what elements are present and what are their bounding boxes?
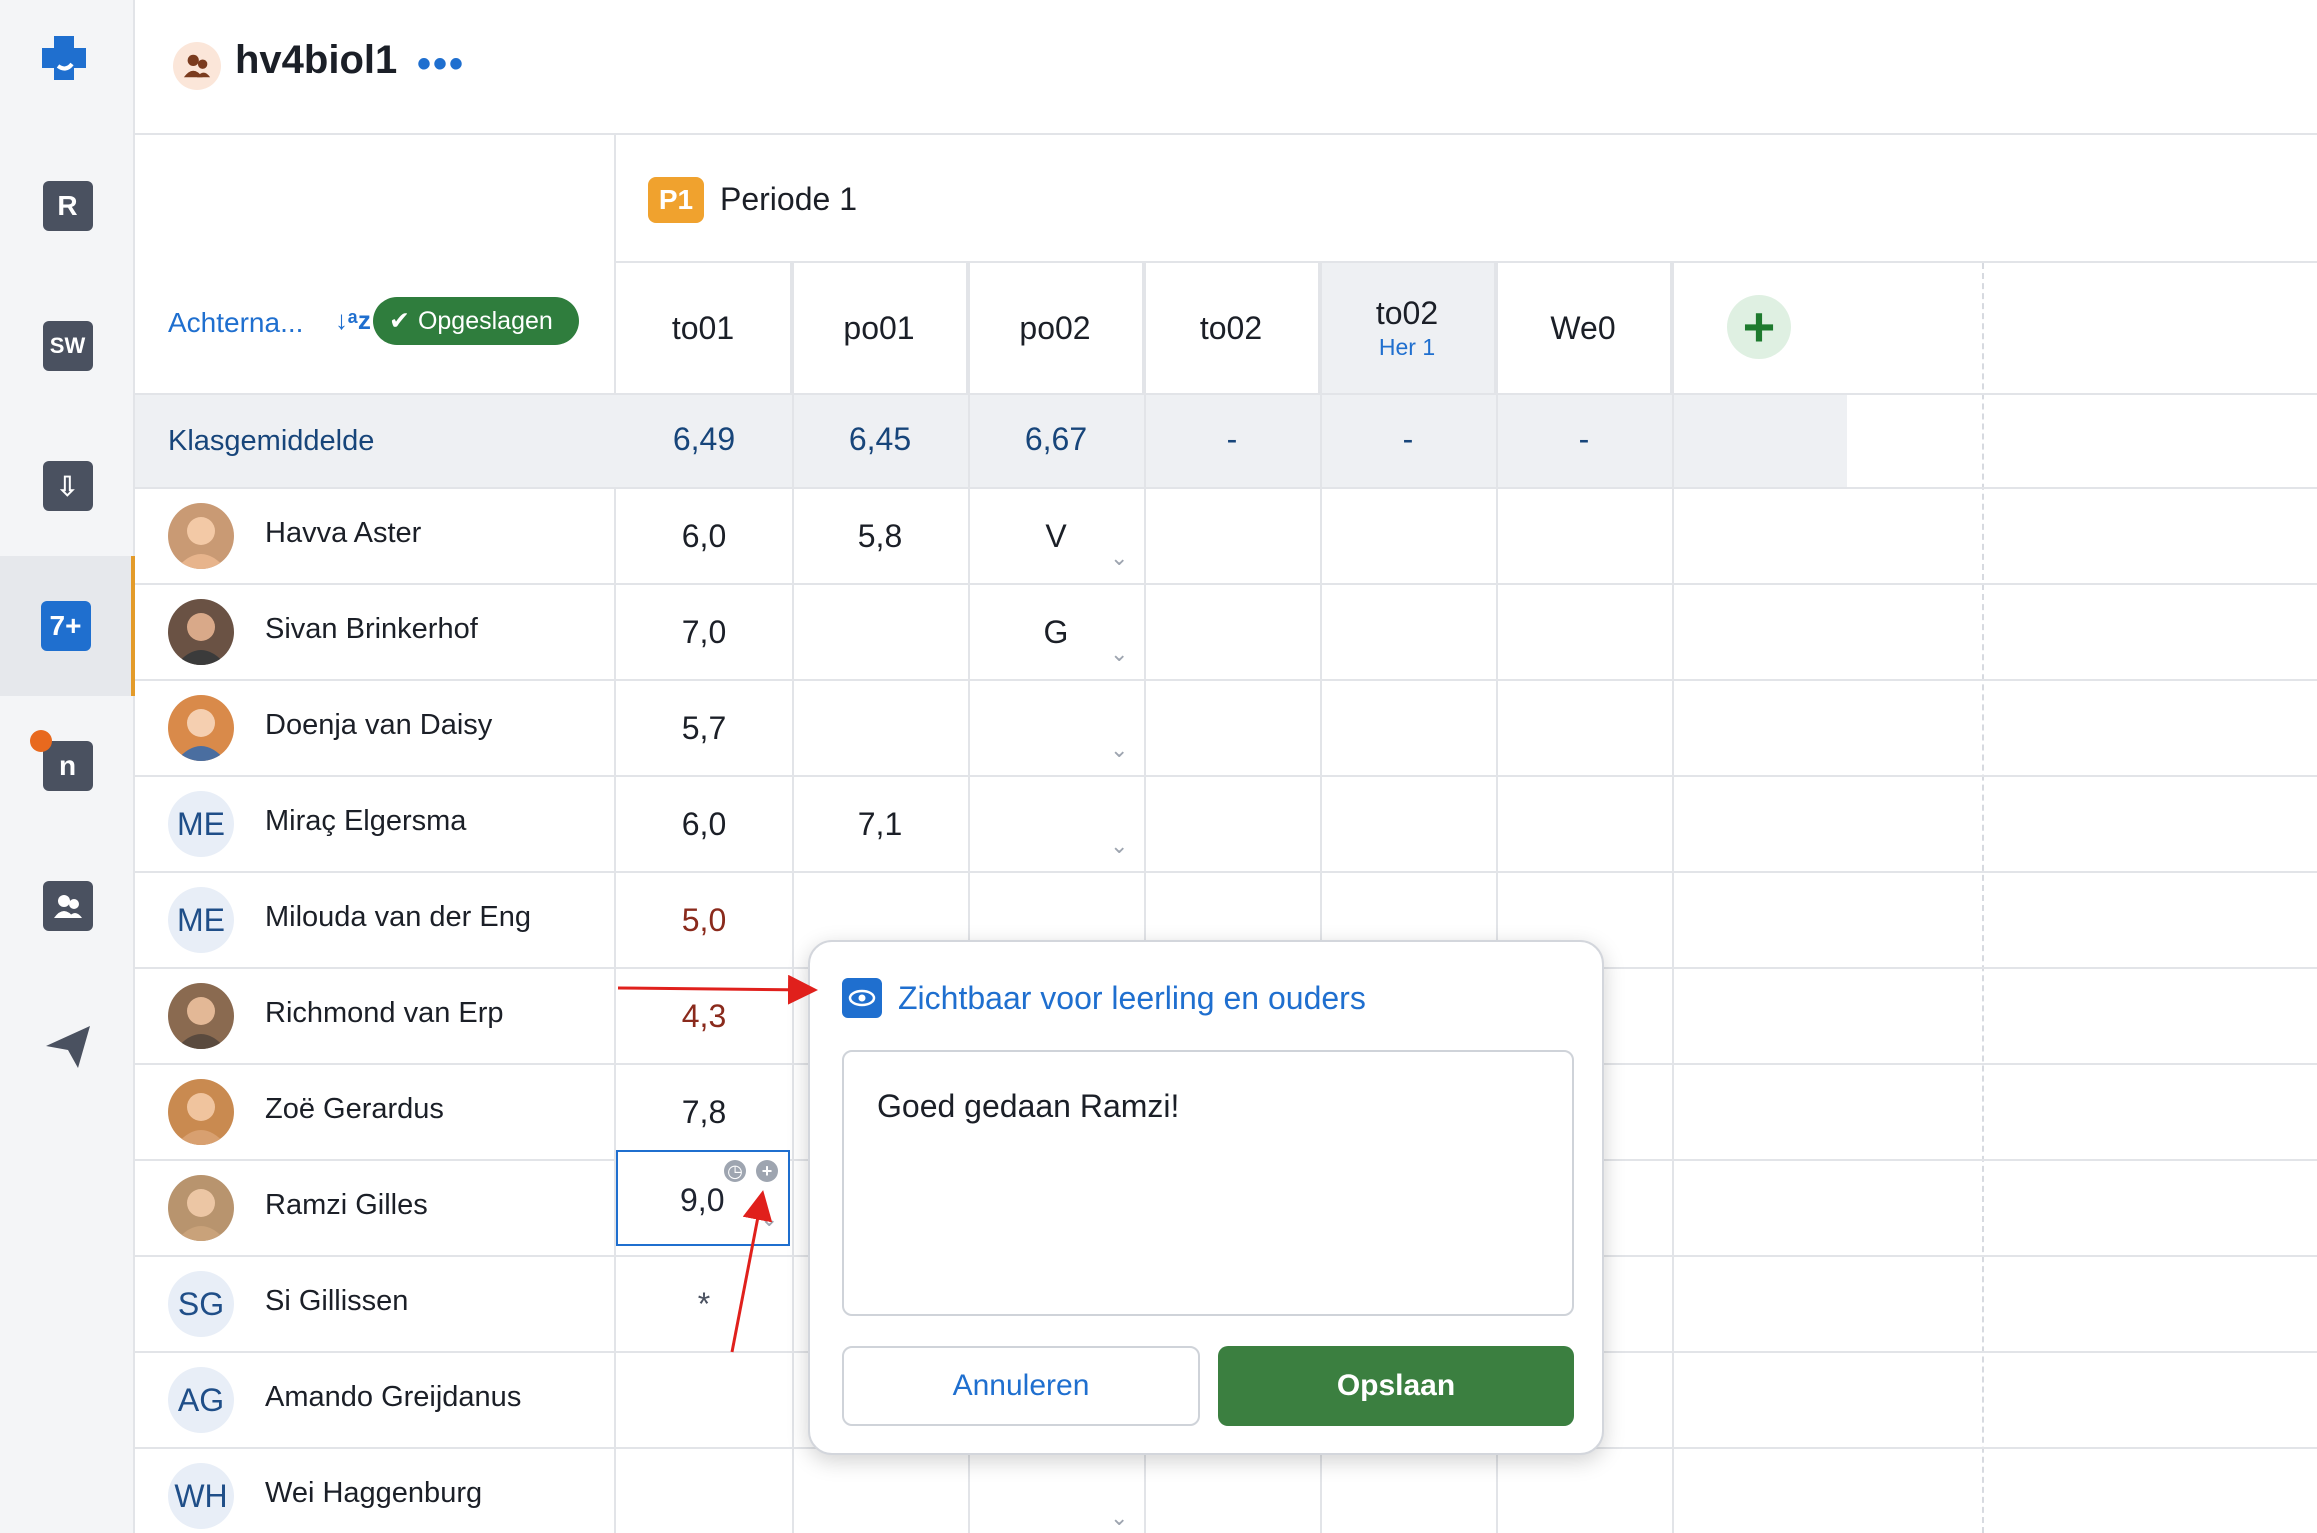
average-value: 6,45 <box>848 421 912 457</box>
student-name[interactable]: Sivan Brinkerhof <box>265 613 478 646</box>
grades-icon: 7+ <box>40 601 91 651</box>
sidebar-item-inleveren[interactable]: ⇩ <box>0 416 135 556</box>
student-name[interactable]: Zoë Gerardus <box>265 1093 444 1126</box>
avatar <box>168 983 234 1049</box>
sidebar-item-studiewijzer[interactable]: SW <box>0 276 135 416</box>
average-value: - <box>1402 421 1414 457</box>
history-icon[interactable]: ◷ <box>724 1160 746 1182</box>
download-calendar-icon: ⇩ <box>42 461 93 511</box>
grade-cell[interactable]: 6,0 <box>616 777 792 871</box>
avatar <box>168 1079 234 1145</box>
student-name[interactable]: Richmond van Erp <box>265 997 504 1030</box>
grade-cell[interactable]: * <box>616 1257 792 1351</box>
column-header-po02[interactable]: po02 <box>968 263 1144 393</box>
table-row: Sivan Brinkerhof 7,0 G ⌄ <box>135 585 2317 681</box>
student-name[interactable]: Doenja van Daisy <box>265 709 492 742</box>
calendar-r-icon: R <box>42 181 93 231</box>
average-value: 6,49 <box>672 421 736 457</box>
sidebar: R SW ⇩ 7+ n <box>0 0 135 1533</box>
chevron-down-icon[interactable]: ⌄ <box>1110 1505 1132 1530</box>
class-average-row: Klasgemiddelde 6,49 6,45 6,67 - - - <box>135 393 2317 489</box>
eye-icon[interactable] <box>842 978 882 1018</box>
avatar: SG <box>168 1271 234 1337</box>
send-icon <box>45 1026 90 1068</box>
grade-cell[interactable]: 5,0 <box>616 873 792 967</box>
student-name[interactable]: Wei Haggenburg <box>265 1477 482 1510</box>
grade-cell[interactable]: 4,3 <box>616 969 792 1063</box>
grade-cell[interactable]: 7,8 <box>616 1065 792 1159</box>
grade-cell[interactable]: 7,1 <box>792 777 968 871</box>
comment-popup: Zichtbaar voor leerling en ouders Goed g… <box>808 940 1604 1455</box>
group-icon <box>173 42 221 90</box>
student-name[interactable]: Miraç Elgersma <box>265 805 466 838</box>
chevron-down-icon[interactable]: ⌄ <box>1110 641 1132 666</box>
table-row: ME Miraç Elgersma 6,0 7,1 ⌄ <box>135 777 2317 873</box>
avatar <box>168 1175 234 1241</box>
grade-cell[interactable] <box>792 585 968 679</box>
student-name[interactable]: Havva Aster <box>265 517 421 550</box>
avatar: AG <box>168 1367 234 1433</box>
chevron-down-icon[interactable]: ⌄ <box>1110 833 1132 858</box>
column-header-to02[interactable]: to02 <box>1144 263 1320 393</box>
grade-cell[interactable]: 5,8 <box>792 489 968 583</box>
sidebar-item-rooster[interactable]: R <box>0 136 135 276</box>
column-header-po01[interactable]: po01 <box>792 263 968 393</box>
period-label: Periode 1 <box>720 181 857 217</box>
grade-cell[interactable]: 6,0 <box>616 489 792 583</box>
average-value: - <box>1226 421 1238 457</box>
sidebar-item-notes[interactable]: n <box>0 696 135 836</box>
more-options-icon[interactable]: ••• <box>417 42 465 87</box>
column-header-to01[interactable]: to01 <box>616 263 792 393</box>
period-badge: P1 <box>648 177 704 223</box>
chevron-down-icon[interactable]: ⌄ <box>1110 545 1132 570</box>
avatar <box>168 695 234 761</box>
sort-az-icon[interactable]: ↓ᵃz <box>335 305 371 336</box>
comment-textarea[interactable]: Goed gedaan Ramzi! <box>842 1050 1574 1316</box>
column-header-to02-her[interactable]: to02 Her 1 <box>1320 263 1496 393</box>
grade-cell[interactable]: 7,0 <box>616 585 792 679</box>
studiewijzer-icon: SW <box>42 321 93 371</box>
avatar <box>168 503 234 569</box>
grade-cell[interactable]: 5,7 <box>616 681 792 775</box>
app-logo-icon[interactable] <box>32 30 96 94</box>
average-value: - <box>1578 421 1590 457</box>
student-name[interactable]: Si Gillissen <box>265 1285 408 1318</box>
chevron-down-icon[interactable]: ⌄ <box>760 1206 782 1231</box>
avatar: WH <box>168 1463 234 1529</box>
page-header: hv4biol1 ••• <box>135 0 2317 135</box>
table-row: WH Wei Haggenburg ⌄ <box>135 1449 2317 1533</box>
student-name[interactable]: Amando Greijdanus <box>265 1381 521 1414</box>
notes-icon: n <box>42 741 93 791</box>
student-name[interactable]: Ramzi Gilles <box>265 1189 428 1222</box>
visibility-toggle-label[interactable]: Zichtbaar voor leerling en ouders <box>898 980 1366 1017</box>
checkmark-icon: ✔ <box>389 307 410 335</box>
notification-dot <box>30 730 52 752</box>
cancel-button[interactable]: Annuleren <box>842 1346 1200 1426</box>
table-row: Havva Aster 6,0 5,8 V ⌄ <box>135 489 2317 585</box>
students-icon <box>42 881 93 931</box>
sidebar-item-messages[interactable] <box>0 976 135 1116</box>
selected-grade-cell[interactable]: 9,0 ◷ + ⌄ <box>616 1150 790 1246</box>
table-row: Doenja van Daisy 5,7 ⌄ <box>135 681 2317 777</box>
avatar <box>168 599 234 665</box>
page-title: hv4biol1 <box>235 38 398 82</box>
chevron-down-icon[interactable]: ⌄ <box>1110 737 1132 762</box>
column-header-we0[interactable]: We0 <box>1496 263 1672 393</box>
saved-status-badge: ✔ Opgeslagen <box>373 297 579 345</box>
student-name[interactable]: Milouda van der Eng <box>265 901 531 934</box>
sidebar-item-students[interactable] <box>0 836 135 976</box>
average-value: 6,67 <box>1024 421 1088 457</box>
sort-by-lastname-link[interactable]: Achterna... <box>168 307 303 339</box>
avatar: ME <box>168 887 234 953</box>
period-header: P1 Periode 1 <box>616 135 2317 263</box>
class-average-label: Klasgemiddelde <box>168 425 375 457</box>
avatar: ME <box>168 791 234 857</box>
add-comment-icon[interactable]: + <box>756 1160 778 1182</box>
sidebar-item-cijfers[interactable]: 7+ <box>0 556 135 696</box>
add-column-button[interactable]: + <box>1727 295 1791 359</box>
save-button[interactable]: Opslaan <box>1218 1346 1574 1426</box>
